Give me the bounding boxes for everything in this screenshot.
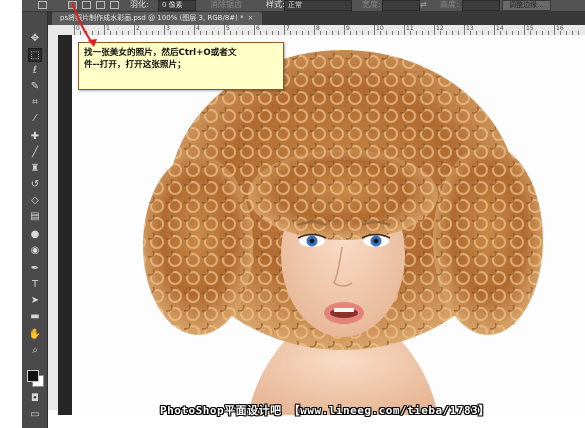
antialias-checkbox[interactable]: 消除锯齿 (210, 0, 242, 11)
ruler-tick (554, 25, 555, 35)
lasso-icon: ℓ (32, 65, 38, 76)
marquee-preset-icon[interactable] (38, 1, 47, 9)
width-input[interactable] (382, 0, 420, 11)
dodge-icon: ◉ (30, 245, 40, 256)
move-tool[interactable]: ✥ (28, 32, 42, 46)
ruler-tick (374, 25, 375, 35)
foreground-color-swatch[interactable] (27, 370, 39, 382)
blur-icon: ● (30, 229, 40, 240)
ruler-tick (224, 25, 225, 35)
lasso-tool[interactable]: ℓ (28, 64, 42, 78)
ruler-tick (524, 25, 525, 35)
style-select[interactable]: 正常 (284, 0, 352, 11)
ruler-tick (494, 25, 495, 35)
gradient-icon: ▤ (30, 211, 40, 222)
ruler-tick (314, 25, 315, 35)
intersect-selection-icon[interactable] (110, 1, 119, 9)
refine-edge-button[interactable]: 调整边缘... (502, 0, 551, 11)
instruction-line-1: 找一张美女的照片，然后Ctrl+O或者文 (84, 48, 237, 58)
crop-icon: ⌗ (32, 97, 38, 108)
portrait-photo (58, 35, 585, 415)
history-brush-tool[interactable]: ↺ (28, 178, 42, 192)
canvas[interactable] (58, 35, 585, 415)
pen-tool[interactable]: ✒ (28, 262, 42, 276)
quick-mask-icon: ◘ (31, 393, 39, 404)
eyedropper-icon: ⁄ (34, 113, 36, 124)
gradient-tool[interactable]: ▤ (28, 210, 42, 224)
watermark: PhotoShop平面设计吧 【www.lineeg.com/tieba/178… (160, 404, 490, 417)
screen-mode-tool[interactable]: ▭ (28, 408, 42, 422)
path-select-tool[interactable]: ➤ (28, 294, 42, 308)
canvas-edge (58, 35, 72, 415)
hand-icon: ✋ (28, 329, 42, 340)
ruler-tick (434, 25, 435, 35)
ruler-tick (104, 25, 105, 35)
style-label: 样式: (266, 0, 285, 9)
screen-mode-icon: ▭ (30, 409, 40, 420)
swap-icon[interactable]: ⇄ (420, 0, 427, 11)
eraser-tool[interactable]: ◇ (28, 194, 42, 208)
ruler-tick (254, 25, 255, 35)
ruler-tick (344, 25, 345, 35)
close-icon[interactable]: × (248, 14, 254, 22)
shape-tool[interactable]: ▬ (28, 310, 42, 324)
brush-tool[interactable]: ╱ (28, 146, 42, 160)
history-brush-icon: ↺ (30, 179, 40, 190)
quick-mask-tool[interactable]: ◘ (28, 392, 42, 406)
type-tool[interactable]: T (28, 278, 42, 292)
marquee-tool[interactable]: ⬚ (28, 48, 42, 62)
clone-stamp-tool[interactable]: ♜ (28, 162, 42, 176)
type-icon: T (31, 279, 39, 290)
feather-label: 羽化: (130, 0, 149, 9)
ruler-tick (404, 25, 405, 35)
feather-input[interactable]: 0 像素 (158, 0, 196, 11)
crop-tool[interactable]: ⌗ (28, 96, 42, 110)
blur-tool[interactable]: ● (28, 228, 42, 242)
dodge-tool[interactable]: ◉ (28, 244, 42, 258)
width-label: 宽度: (362, 0, 381, 9)
move-icon: ✥ (30, 33, 40, 44)
pen-icon: ✒ (30, 263, 40, 274)
hand-tool[interactable]: ✋ (28, 328, 42, 342)
ruler-tick (194, 25, 195, 35)
brush-icon: ╱ (31, 147, 39, 158)
healing-brush-tool[interactable]: ✚ (28, 130, 42, 144)
shape-icon: ▬ (30, 311, 40, 322)
marquee-icon: ⬚ (30, 50, 40, 61)
path-select-icon: ➤ (30, 295, 40, 306)
ruler-tick (134, 25, 135, 35)
quick-select-icon: ✎ (30, 81, 40, 92)
red-arrow-icon (71, 1, 97, 47)
eyedropper-tool[interactable]: ⁄ (28, 112, 42, 126)
instruction-callout: 找一张美女的照片，然后Ctrl+O或者文 件--打开，打开这张照片； (78, 42, 284, 90)
healing-brush-icon: ✚ (30, 131, 40, 142)
instruction-line-2: 件--打开，打开这张照片； (84, 60, 186, 70)
zoom-tool[interactable]: ⌕ (28, 344, 42, 358)
ruler-tick (464, 25, 465, 35)
eraser-icon: ◇ (31, 195, 39, 206)
quick-select-tool[interactable]: ✎ (28, 80, 42, 94)
ruler-tick (284, 25, 285, 35)
height-input[interactable] (462, 0, 500, 11)
zoom-icon: ⌕ (32, 345, 38, 356)
document-tab-bar: ps将照片制作成水彩画.psd @ 100% (图层 3, RGB/8#) * × (48, 11, 585, 25)
clone-stamp-icon: ♜ (30, 163, 40, 174)
ruler-tick (164, 25, 165, 35)
height-label: 高度: (440, 0, 459, 9)
tools-panel: ✥ ⬚ ℓ ✎ ⌗ ⁄ ✚ ╱ ♜ ↺ ◇ ▤ ● ◉ ✒ T ➤ ▬ ✋ ⌕ … (22, 0, 48, 428)
